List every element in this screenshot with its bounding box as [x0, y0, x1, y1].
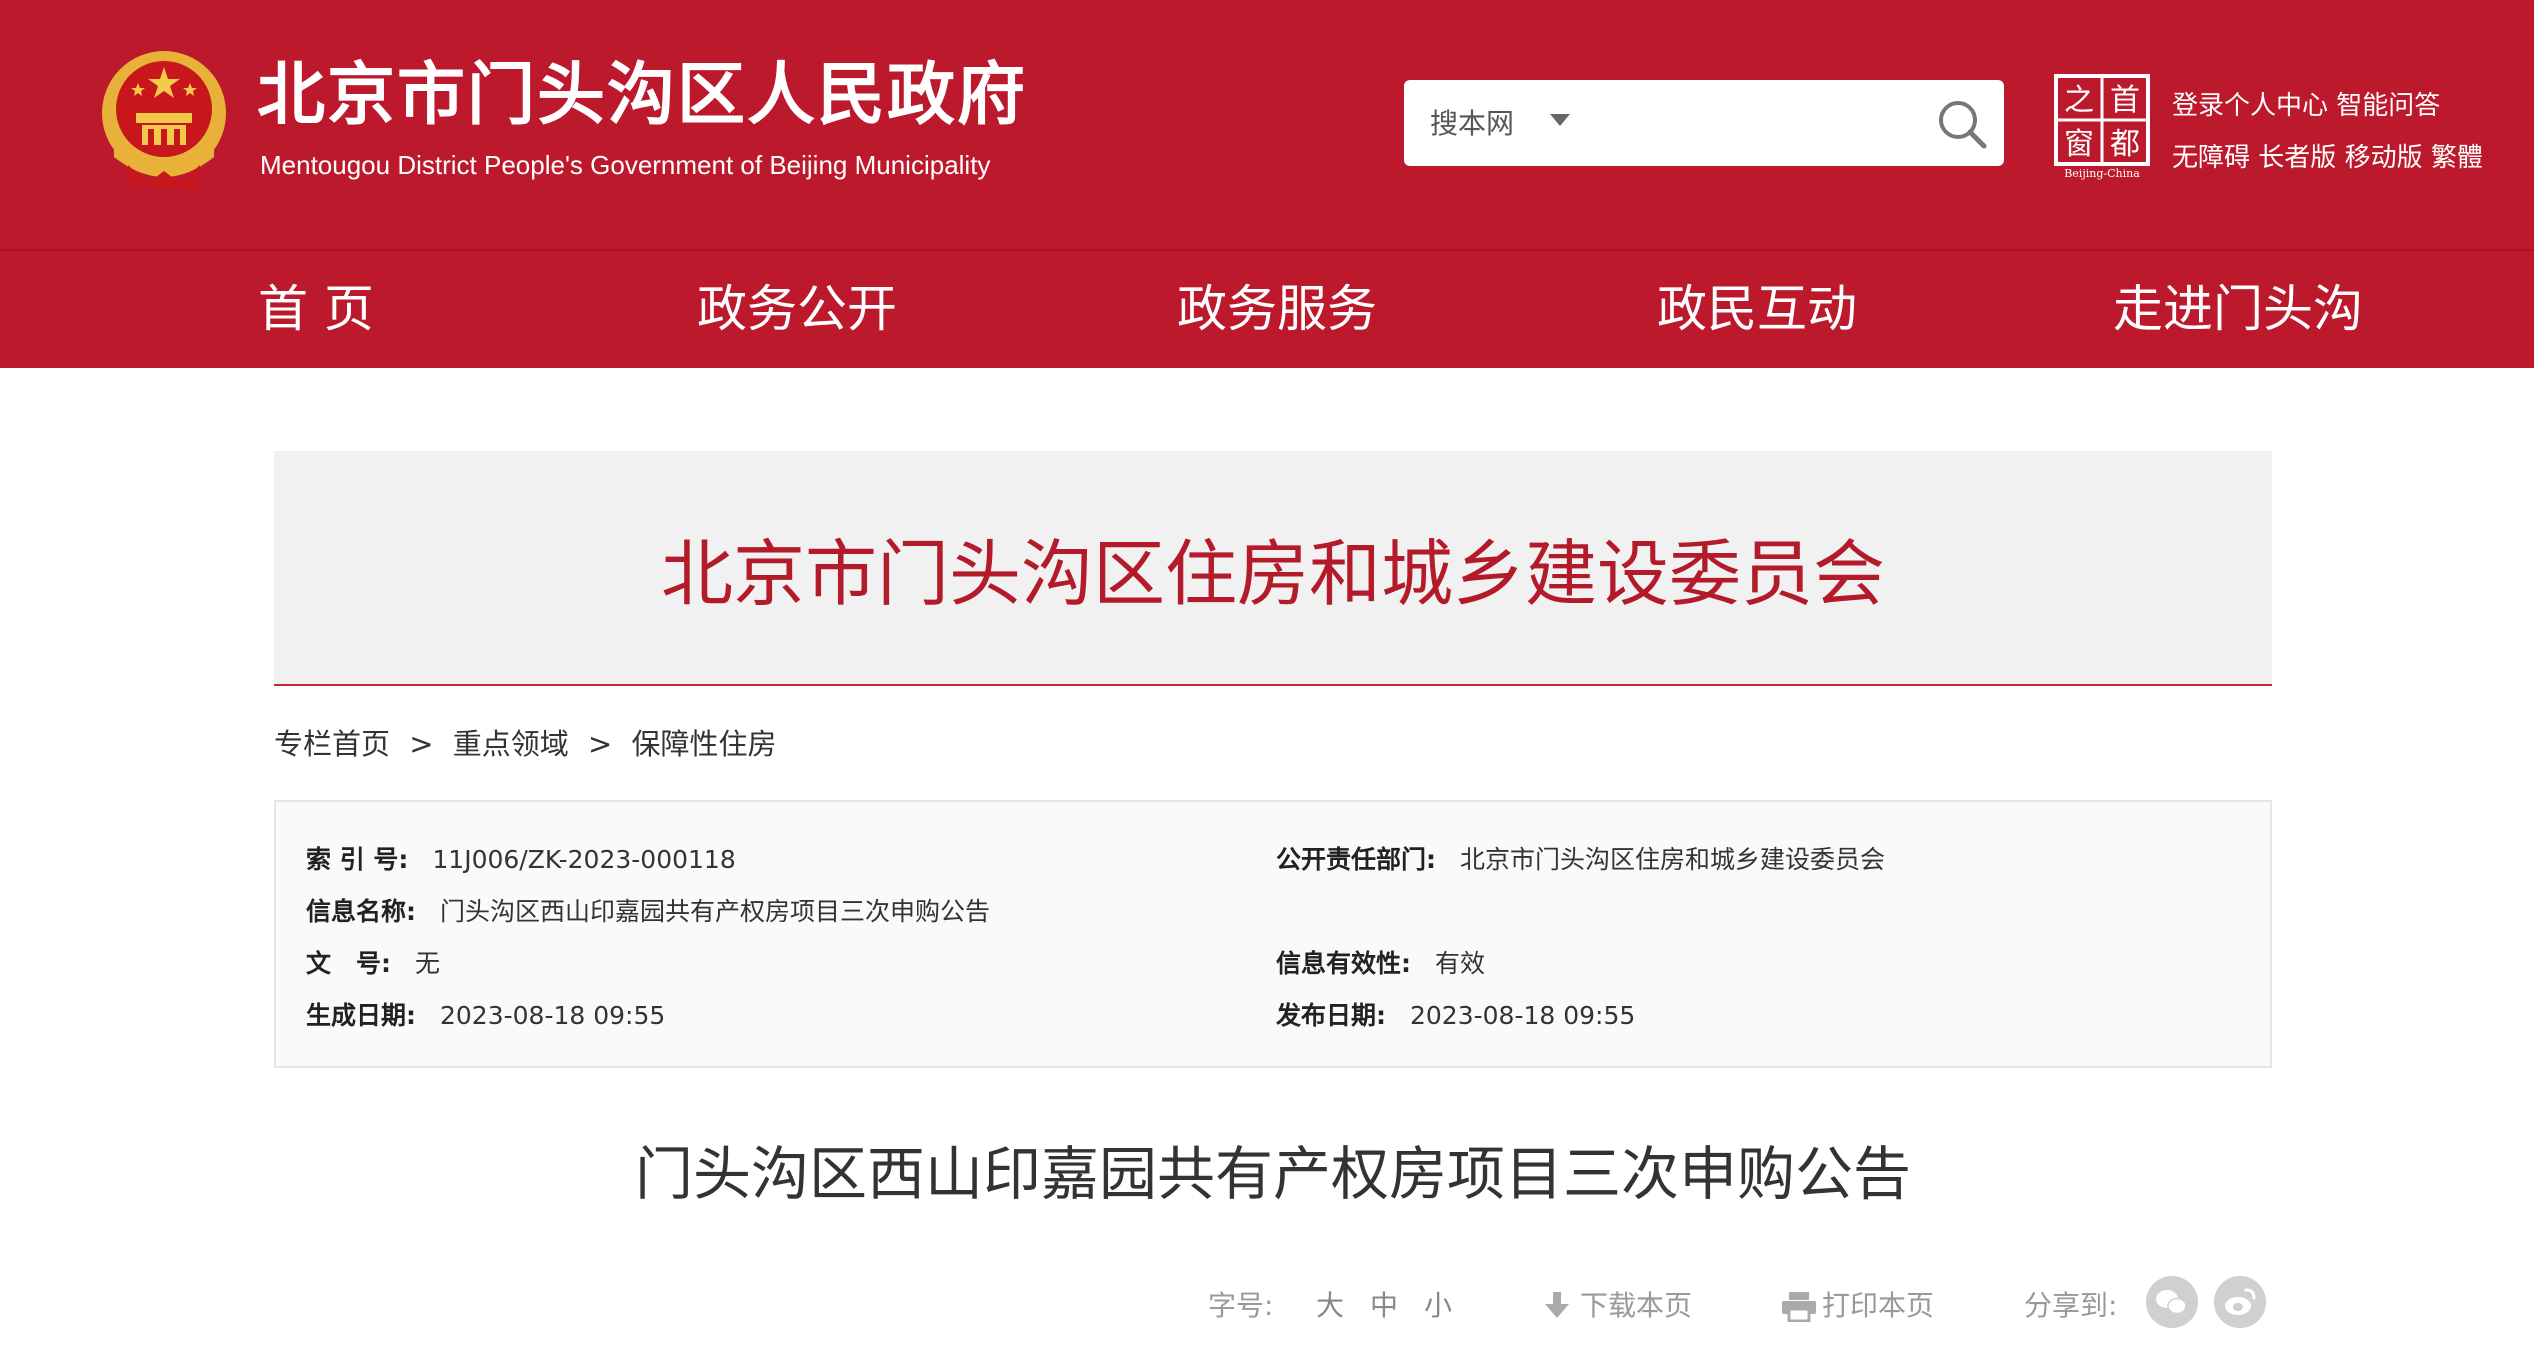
print-icon[interactable] — [1780, 1290, 1818, 1322]
search-scope-select[interactable]: 搜本网 — [1430, 102, 1514, 142]
info-index: 索 引 号: 11J006/ZK-2023-000118 — [306, 842, 736, 878]
info-created-value: 2023-08-18 09:55 — [440, 1001, 666, 1030]
info-validity: 信息有效性: 有效 — [1276, 946, 1485, 982]
info-validity-label: 信息有效性: — [1276, 949, 1411, 978]
breadcrumb-separator: > — [588, 727, 613, 761]
logo-char-3: 之 — [2064, 83, 2094, 118]
chevron-down-icon[interactable] — [1550, 114, 1570, 126]
download-page-button[interactable]: 下载本页 — [1580, 1282, 1692, 1330]
share-label: 分享到: — [2024, 1289, 2118, 1322]
print-page-button[interactable]: 打印本页 — [1822, 1282, 1934, 1330]
info-index-value: 11J006/ZK-2023-000118 — [432, 845, 736, 874]
font-size-small[interactable]: 小 — [1424, 1282, 1452, 1330]
smart-qa-link[interactable]: 智能问答 — [2336, 91, 2440, 121]
logo-caption: Beijing-China — [2064, 167, 2140, 180]
document-info-box: 索 引 号: 11J006/ZK-2023-000118 公开责任部门: 北京市门头… — [274, 800, 2272, 1068]
font-size-label: 字号: — [1208, 1289, 1274, 1322]
info-published-value: 2023-08-18 09:55 — [1410, 1001, 1636, 1030]
site-title[interactable]: 北京市门头沟区人民政府 — [257, 56, 1027, 136]
search-input[interactable] — [1584, 92, 1918, 154]
info-docno-label: 文 号: — [306, 949, 391, 978]
font-size-medium[interactable]: 中 — [1370, 1282, 1398, 1330]
elder-mode-link[interactable]: 长者版 — [2258, 143, 2336, 173]
breadcrumb-affordable-housing[interactable]: 保障性住房 — [632, 727, 777, 761]
info-name: 信息名称: 门头沟区西山印嘉园共有产权房项目三次申购公告 — [306, 894, 990, 930]
info-dept: 公开责任部门: 北京市门头沟区住房和城乡建设委员会 — [1276, 842, 1885, 878]
capital-window-logo[interactable]: 首 都 之 窗 Beijing-China — [2052, 74, 2156, 180]
login-link[interactable]: 登录个人中心 — [2172, 91, 2328, 121]
info-validity-value: 有效 — [1435, 949, 1486, 978]
font-size-large[interactable]: 大 — [1316, 1282, 1344, 1330]
breadcrumb-separator: > — [409, 727, 434, 761]
search-icon[interactable] — [1932, 94, 1992, 152]
nav-item-home[interactable]: 首 页 — [258, 251, 374, 368]
info-published: 发布日期: 2023-08-18 09:55 — [1276, 998, 1635, 1034]
weibo-icon[interactable] — [2214, 1276, 2266, 1328]
search-box: 搜本网 — [1404, 80, 2004, 166]
site-subtitle: Mentougou District People's Government o… — [260, 150, 991, 180]
traditional-chinese-link[interactable]: 繁體 — [2431, 143, 2483, 173]
national-emblem-icon[interactable] — [98, 47, 230, 193]
nav-item-interaction[interactable]: 政民互动 — [1657, 251, 1857, 368]
info-docno: 文 号: 无 — [306, 946, 440, 982]
info-index-label: 索 引 号: — [306, 845, 409, 874]
nav-item-gov-services[interactable]: 政务服务 — [1177, 251, 1377, 368]
download-icon[interactable] — [1542, 1290, 1572, 1322]
info-created-label: 生成日期: — [306, 1001, 416, 1030]
info-created: 生成日期: 2023-08-18 09:55 — [306, 998, 665, 1034]
logo-char-2: 都 — [2110, 127, 2140, 162]
info-dept-value: 北京市门头沟区住房和城乡建设委员会 — [1460, 845, 1886, 874]
accessibility-link[interactable]: 无障碍 — [2172, 143, 2250, 173]
info-name-value: 门头沟区西山印嘉园共有产权房项目三次申购公告 — [440, 897, 991, 926]
column-banner: 北京市门头沟区住房和城乡建设委员会 — [274, 451, 2272, 686]
top-links: 登录个人中心 智能问答 无障碍 长者版 移动版 繁體 — [2172, 80, 2483, 184]
info-docno-value: 无 — [415, 949, 441, 978]
nav-item-gov-affairs[interactable]: 政务公开 — [697, 251, 897, 368]
logo-char-1: 首 — [2110, 83, 2140, 118]
breadcrumb-column-home[interactable]: 专栏首页 — [274, 727, 390, 761]
info-published-label: 发布日期: — [1276, 1001, 1386, 1030]
column-title[interactable]: 北京市门头沟区住房和城乡建设委员会 — [274, 529, 2272, 619]
article-title: 门头沟区西山印嘉园共有产权房项目三次申购公告 — [634, 1140, 1911, 1208]
breadcrumb: 专栏首页 > 重点领域 > 保障性住房 — [274, 724, 787, 764]
wechat-icon[interactable] — [2146, 1276, 2198, 1328]
breadcrumb-key-areas[interactable]: 重点领域 — [453, 727, 569, 761]
info-name-label: 信息名称: — [306, 897, 416, 926]
mobile-version-link[interactable]: 移动版 — [2345, 143, 2423, 173]
nav-item-about-mentougou[interactable]: 走进门头沟 — [2113, 251, 2363, 368]
info-dept-label: 公开责任部门: — [1276, 845, 1436, 874]
logo-char-4: 窗 — [2064, 127, 2094, 162]
